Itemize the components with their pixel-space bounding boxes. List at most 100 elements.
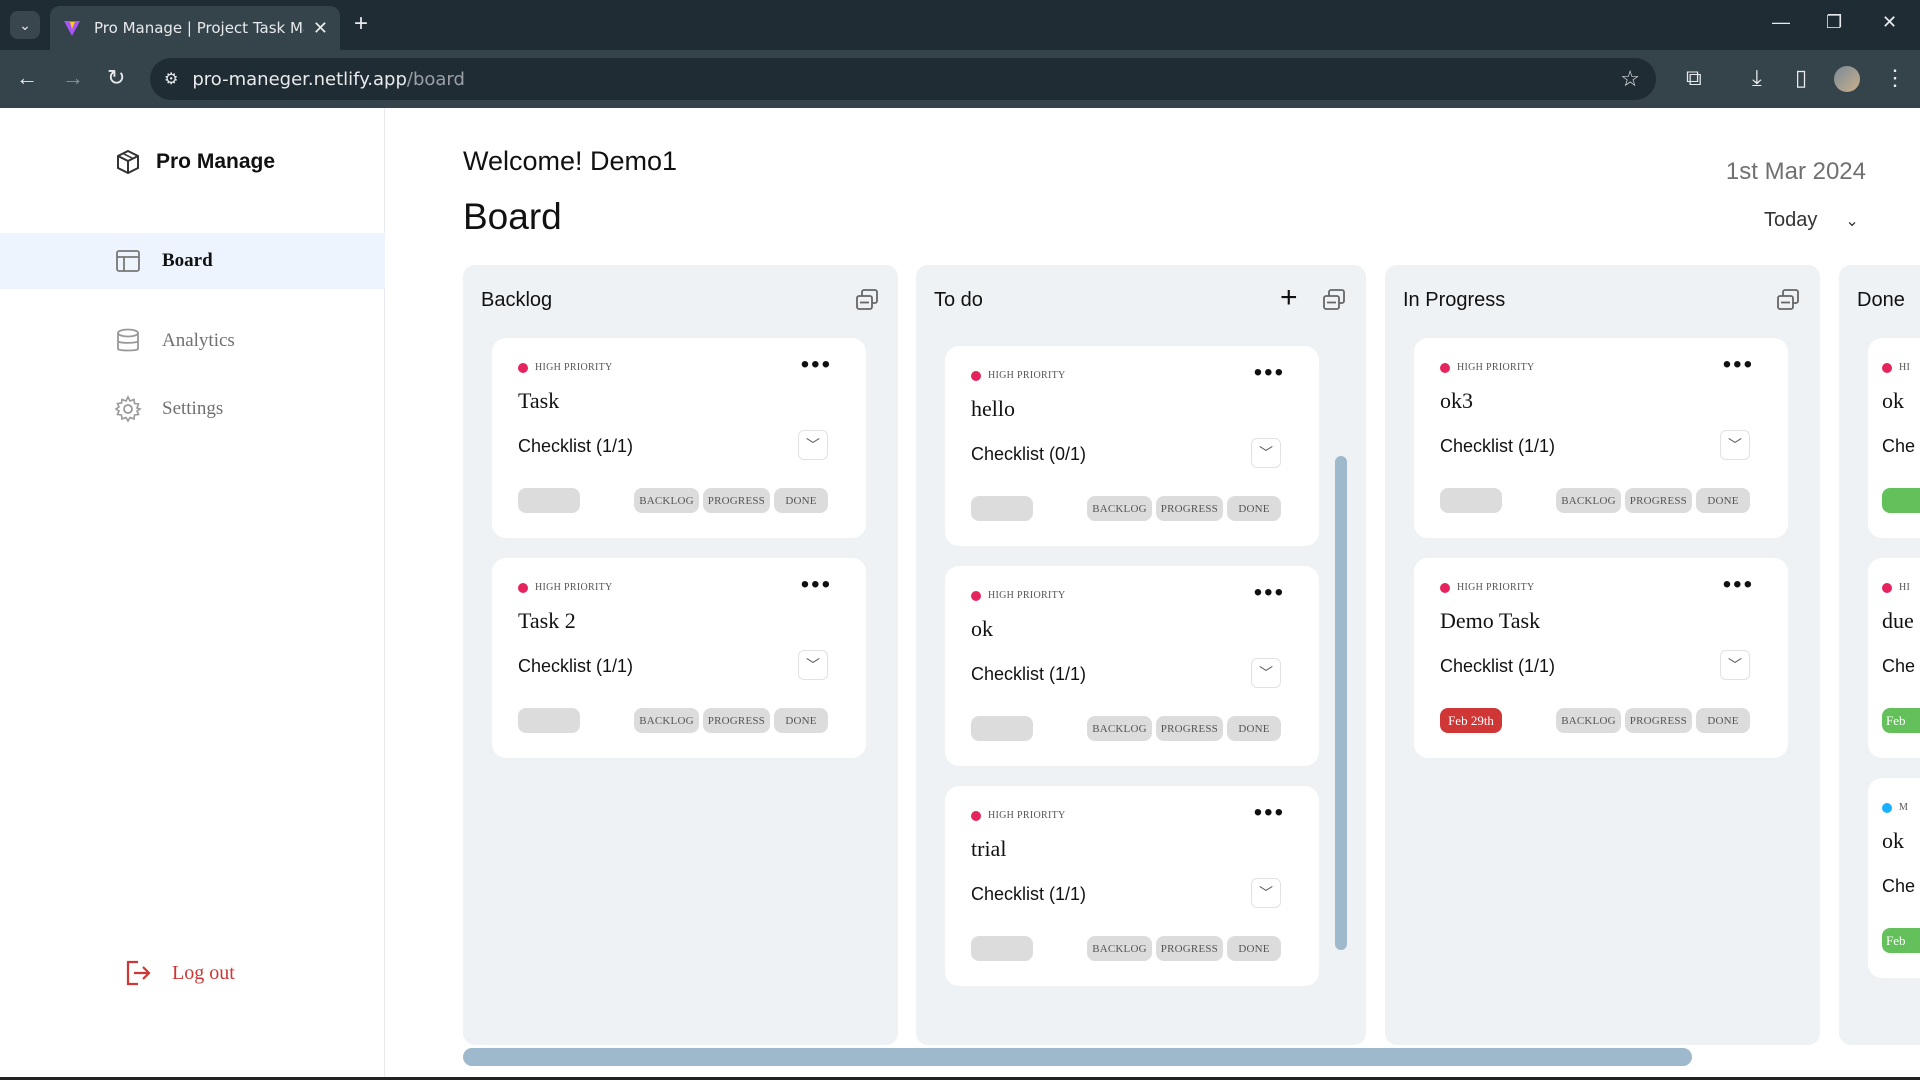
card-menu-icon[interactable]: ••• [1254, 581, 1285, 605]
status-buttons: BACKLOG PROGRESS DONE [634, 488, 828, 513]
card-menu-icon[interactable]: ••• [801, 353, 832, 377]
move-to-done-button[interactable]: DONE [774, 488, 828, 513]
close-window-icon[interactable]: ✕ [1882, 12, 1897, 33]
card-menu-icon[interactable]: ••• [1254, 361, 1285, 385]
restore-icon[interactable]: ❐ [1826, 12, 1842, 33]
move-to-backlog-button[interactable]: BACKLOG [1087, 936, 1152, 961]
sidebar-item-settings[interactable]: Settings [0, 381, 385, 437]
priority-dot [971, 370, 981, 381]
chevron-down-icon[interactable]: ﹀ [1720, 650, 1750, 680]
move-to-backlog-button[interactable]: BACKLOG [1087, 716, 1152, 741]
move-to-backlog-button[interactable]: BACKLOG [1556, 488, 1621, 513]
move-to-done-button[interactable]: DONE [1227, 716, 1281, 741]
profile-avatar[interactable] [1834, 66, 1860, 92]
page-title: Board [463, 196, 562, 237]
task-card[interactable]: HIGH PRIORITY ••• ok Checklist (1/1) ﹀ B… [945, 566, 1319, 766]
move-to-progress-button[interactable]: PROGRESS [702, 488, 770, 513]
move-to-done-button[interactable]: DONE [1227, 936, 1281, 961]
column-title: To do [934, 289, 983, 311]
move-to-progress-button[interactable]: PROGRESS [1155, 496, 1223, 521]
move-to-progress-button[interactable]: PROGRESS [1155, 936, 1223, 961]
extensions-icon[interactable]: ⧉ [1686, 65, 1702, 91]
site-info-icon[interactable]: ⚙ [164, 69, 178, 89]
priority-dot [1882, 802, 1892, 813]
browser-tab[interactable]: Pro Manage | Project Task Manager ✕ [50, 6, 340, 50]
priority-label: HIGH PRIORITY [518, 362, 613, 373]
collapse-all-icon[interactable] [1775, 287, 1801, 313]
chevron-down-icon[interactable]: ﹀ [1720, 430, 1750, 460]
board-horizontal-scrollbar[interactable] [463, 1048, 1692, 1066]
chevron-down-icon[interactable]: ﹀ [798, 650, 828, 680]
card-title: ok [1882, 828, 1904, 853]
move-to-done-button[interactable]: DONE [1696, 708, 1750, 733]
minimize-icon[interactable]: — [1772, 12, 1790, 33]
move-to-done-button[interactable]: DONE [774, 708, 828, 733]
task-card[interactable]: M ok Che Feb [1868, 778, 1920, 978]
move-to-progress-button[interactable]: PROGRESS [702, 708, 770, 733]
logout-label: Log out [172, 961, 235, 984]
sidebar-item-board[interactable]: Board [0, 233, 385, 289]
task-card[interactable]: HIGH PRIORITY ••• trial Checklist (1/1) … [945, 786, 1319, 986]
task-card[interactable]: HIGH PRIORITY ••• Demo Task Checklist (1… [1414, 558, 1788, 758]
chevron-down-icon[interactable]: ﹀ [1251, 438, 1281, 468]
tab-search-button[interactable]: ⌄ [10, 11, 40, 39]
task-card[interactable]: HIGH PRIORITY ••• Task Checklist (1/1) ﹀… [492, 338, 866, 538]
due-date-badge [971, 716, 1033, 741]
status-buttons: BACKLOG PROGRESS DONE [1087, 936, 1281, 961]
address-bar[interactable]: ⚙ pro-maneger.netlify.app/board ☆ [150, 58, 1656, 100]
priority-dot [1440, 582, 1450, 593]
task-card[interactable]: HI ok Che [1868, 338, 1920, 538]
priority-dot [1440, 362, 1450, 373]
due-date-badge [971, 496, 1033, 521]
column-backlog: Backlog HIGH PRIORITY ••• Task Checklist… [463, 265, 898, 1045]
move-to-backlog-button[interactable]: BACKLOG [634, 708, 699, 733]
bookmark-star-icon[interactable]: ☆ [1620, 66, 1640, 92]
move-to-progress-button[interactable]: PROGRESS [1624, 708, 1692, 733]
task-card[interactable]: HI due Che Feb [1868, 558, 1920, 758]
card-title: Task 2 [518, 608, 576, 633]
side-panel-icon[interactable]: ▯ [1795, 65, 1807, 91]
move-to-progress-button[interactable]: PROGRESS [1155, 716, 1223, 741]
todo-vertical-scrollbar[interactable] [1335, 456, 1347, 950]
card-menu-icon[interactable]: ••• [1723, 353, 1754, 377]
move-to-progress-button[interactable]: PROGRESS [1624, 488, 1692, 513]
tab-close-icon[interactable]: ✕ [313, 18, 328, 39]
download-icon[interactable]: ⤓ [1752, 65, 1762, 91]
move-to-done-button[interactable]: DONE [1696, 488, 1750, 513]
forward-icon[interactable]: → [62, 66, 84, 90]
card-menu-icon[interactable]: ••• [801, 573, 832, 597]
chevron-down-icon[interactable]: ﹀ [1251, 658, 1281, 688]
task-card[interactable]: HIGH PRIORITY ••• hello Checklist (0/1) … [945, 346, 1319, 546]
welcome-text: Welcome! Demo1 [463, 146, 678, 176]
column-in-progress: In Progress HIGH PRIORITY ••• ok3 Checkl… [1385, 265, 1820, 1045]
priority-label: HIGH PRIORITY [1440, 362, 1535, 373]
add-task-button[interactable]: + [1280, 283, 1298, 313]
tab-title: Pro Manage | Project Task Manager [94, 19, 304, 37]
app-root: Pro Manage Board Analytics Settings Log … [0, 108, 1920, 1080]
sidebar-item-analytics[interactable]: Analytics [0, 313, 385, 369]
checklist-label: Che [1882, 876, 1916, 896]
collapse-all-icon[interactable] [854, 287, 880, 313]
task-card[interactable]: HIGH PRIORITY ••• Task 2 Checklist (1/1)… [492, 558, 866, 758]
move-to-backlog-button[interactable]: BACKLOG [1087, 496, 1152, 521]
priority-label: HIGH PRIORITY [971, 810, 1066, 821]
reload-icon[interactable]: ↻ [107, 66, 125, 90]
status-buttons: BACKLOG PROGRESS DONE [1087, 716, 1281, 741]
move-to-backlog-button[interactable]: BACKLOG [1556, 708, 1621, 733]
task-card[interactable]: HIGH PRIORITY ••• ok3 Checklist (1/1) ﹀ … [1414, 338, 1788, 538]
card-menu-icon[interactable]: ••• [1254, 801, 1285, 825]
back-icon[interactable]: ← [16, 66, 38, 90]
priority-dot [1882, 582, 1892, 593]
card-menu-icon[interactable]: ••• [1723, 573, 1754, 597]
collapse-all-icon[interactable] [1321, 287, 1347, 313]
chevron-down-icon[interactable]: ﹀ [798, 430, 828, 460]
move-to-backlog-button[interactable]: BACKLOG [634, 488, 699, 513]
date-filter-dropdown[interactable]: Today ⌄ [1764, 209, 1859, 232]
card-title: trial [971, 836, 1007, 861]
chevron-down-icon[interactable]: ﹀ [1251, 878, 1281, 908]
chrome-menu-icon[interactable]: ⋮ [1884, 65, 1906, 91]
move-to-done-button[interactable]: DONE [1227, 496, 1281, 521]
new-tab-button[interactable]: + [354, 12, 368, 36]
cube-logo-icon [117, 149, 139, 175]
logout-button[interactable]: Log out [122, 958, 235, 988]
